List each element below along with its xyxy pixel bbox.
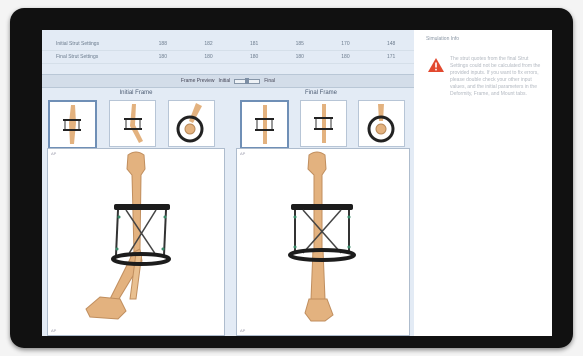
view-footer-label: AP <box>240 328 246 333</box>
view-corner-label: AP <box>51 151 57 156</box>
table-cell[interactable]: 148 <box>368 38 414 51</box>
axial-view-thumbnail <box>176 103 204 143</box>
ap-view-thumbnail <box>255 105 274 144</box>
table-cell[interactable]: 180 <box>322 50 369 64</box>
tablet-device: Initial Strut Settings 188 182 181 185 1… <box>10 8 573 348</box>
thumb-final-lat[interactable] <box>300 100 347 147</box>
warning-triangle-icon <box>428 58 444 72</box>
message-panel-title: Simulation Info <box>426 36 460 42</box>
initial-frame-panel: Initial Frame AP AP <box>47 87 225 336</box>
table-cell[interactable]: 185 <box>276 38 323 51</box>
table-cell[interactable]: 180 <box>140 50 186 64</box>
initial-frame-title: Initial Frame <box>119 90 153 96</box>
initial-frame-3d-view[interactable]: AP AP <box>47 148 225 336</box>
initial-frame-render <box>85 151 171 320</box>
view-corner-label: AP <box>240 151 246 156</box>
final-frame-panel: Final Frame AP AP <box>232 87 410 336</box>
warning-message: The strut quotes from the final Strut Se… <box>450 56 541 97</box>
lateral-view-thumbnail <box>314 104 333 143</box>
table-row: Final Strut Settings 180 180 180 180 180… <box>42 50 414 64</box>
table-cell[interactable]: 171 <box>368 50 414 64</box>
final-frame-title: Final Frame <box>304 90 337 96</box>
frame-preview-label: Frame Preview <box>180 78 215 84</box>
frame-preview-pane: Initial Strut Settings 188 182 181 185 1… <box>42 30 414 336</box>
table-cell[interactable]: 180 <box>276 50 323 64</box>
app-screen: Initial Strut Settings 188 182 181 185 1… <box>42 30 552 336</box>
row-label: Initial Strut Settings <box>42 38 140 51</box>
slider-left-label: Initial <box>218 78 231 84</box>
table-cell[interactable]: 170 <box>322 38 369 51</box>
thumb-initial-axial[interactable] <box>168 100 215 147</box>
row-label: Final Strut Settings <box>42 50 140 64</box>
table-cell[interactable]: 180 <box>185 50 232 64</box>
strut-settings-table: Initial Strut Settings 188 182 181 185 1… <box>42 38 414 64</box>
final-frame-3d-view[interactable]: AP AP <box>236 148 410 336</box>
final-frame-render <box>288 151 356 322</box>
frame-preview-slider[interactable] <box>234 77 261 84</box>
view-footer-label: AP <box>51 328 57 333</box>
table-row: Initial Strut Settings 188 182 181 185 1… <box>42 38 414 51</box>
thumb-initial-lat[interactable] <box>109 100 156 147</box>
ap-view-thumbnail <box>63 105 81 144</box>
table-cell[interactable]: 182 <box>185 38 232 51</box>
frame-preview-bar: Frame Preview Initial Final <box>42 74 414 88</box>
thumb-final-axial[interactable] <box>358 100 405 147</box>
lateral-view-thumbnail <box>124 104 143 143</box>
slider-handle[interactable] <box>245 77 250 84</box>
thumb-initial-ap[interactable] <box>48 100 97 149</box>
thumb-final-ap[interactable] <box>240 100 289 149</box>
axial-view-thumbnail <box>367 104 395 143</box>
message-panel: Simulation Info The strut quotes from th… <box>414 30 552 336</box>
table-cell[interactable]: 188 <box>140 38 186 51</box>
table-cell[interactable]: 181 <box>231 38 277 51</box>
slider-right-label: Final <box>264 78 276 84</box>
table-cell[interactable]: 180 <box>231 50 277 64</box>
